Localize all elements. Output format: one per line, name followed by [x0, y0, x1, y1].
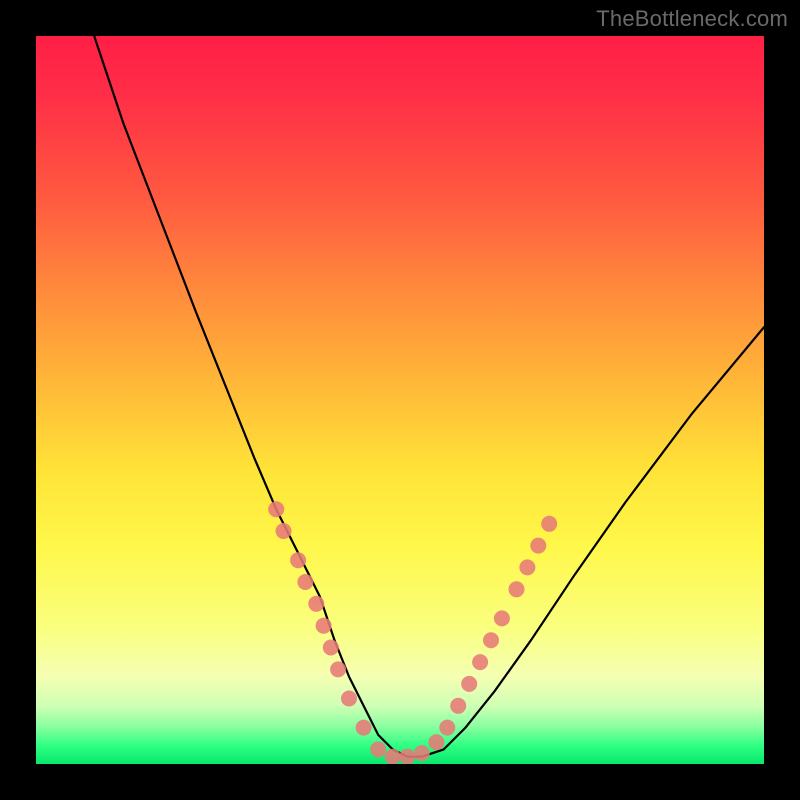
highlight-dot	[330, 661, 346, 677]
highlight-dot	[323, 640, 339, 656]
highlight-dot	[308, 596, 324, 612]
highlight-dot	[472, 654, 488, 670]
highlight-dot	[290, 552, 306, 568]
highlight-dot	[399, 749, 415, 764]
highlight-dot	[519, 559, 535, 575]
highlight-dot	[356, 720, 372, 736]
highlight-dot	[494, 610, 510, 626]
highlight-dot	[530, 538, 546, 554]
highlight-dot	[461, 676, 477, 692]
highlight-dot	[541, 516, 557, 532]
highlight-dot	[483, 632, 499, 648]
plot-area	[36, 36, 764, 764]
bottleneck-curve	[94, 36, 764, 757]
chart-frame: TheBottleneck.com	[0, 0, 800, 800]
highlight-dot	[341, 691, 357, 707]
highlight-dot	[428, 734, 444, 750]
highlight-dot	[385, 749, 401, 764]
curve-layer	[36, 36, 764, 764]
highlight-dot	[297, 574, 313, 590]
watermark-text: TheBottleneck.com	[596, 6, 788, 32]
highlight-dot	[316, 618, 332, 634]
highlight-dot	[268, 501, 284, 517]
highlight-dot	[276, 523, 292, 539]
highlight-dot	[370, 741, 386, 757]
highlight-dot	[450, 698, 466, 714]
highlight-dot	[414, 745, 430, 761]
highlight-dot	[509, 581, 525, 597]
highlight-dot	[439, 720, 455, 736]
